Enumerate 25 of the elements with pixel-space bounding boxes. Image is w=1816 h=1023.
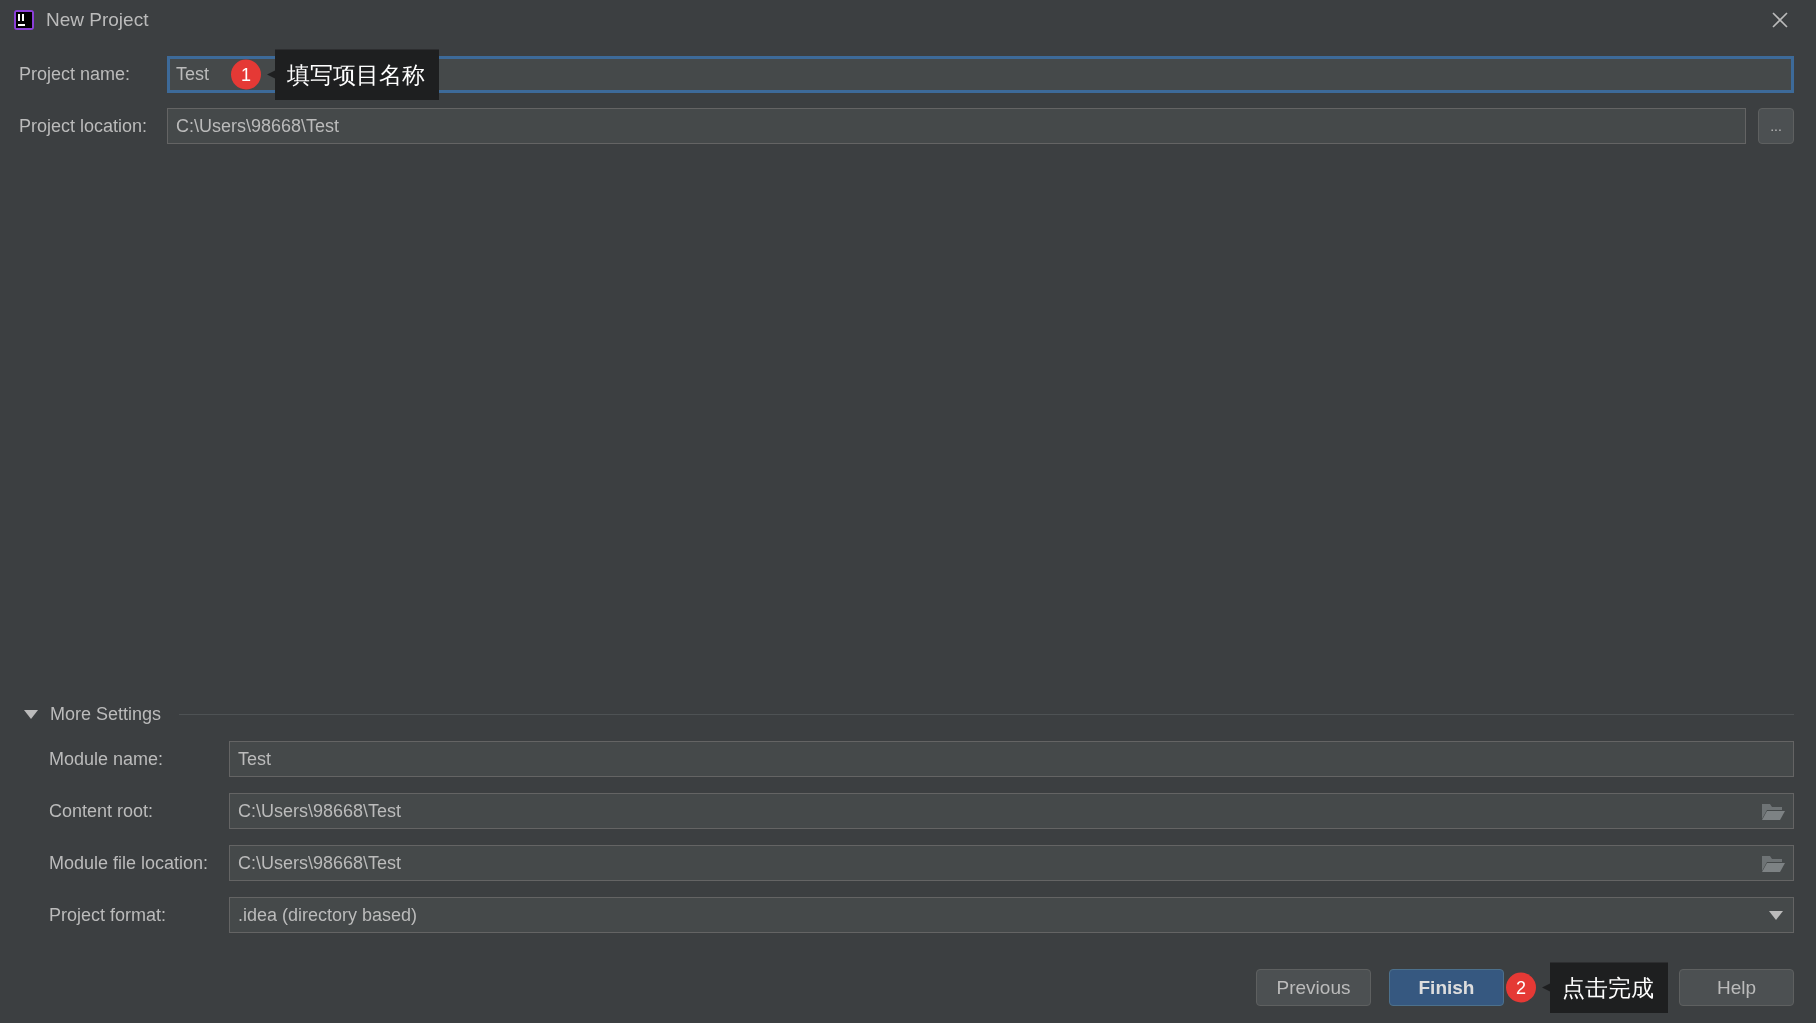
input-field[interactable]: C:\Users\98668\Test [167,108,1746,144]
dialog-button[interactable]: Help [1679,969,1794,1006]
number-badge: 2 [1506,972,1536,1003]
close-icon[interactable] [1770,10,1790,30]
dropdown[interactable]: .idea (directory based) [229,897,1794,933]
dialog-button[interactable]: Finish [1389,969,1504,1006]
input-field[interactable]: Test [229,741,1794,777]
number-badge: 1 [231,59,261,90]
window-title: New Project [46,9,150,31]
field-label: Module name: [49,748,165,770]
dialog-button[interactable]: Previous [1256,969,1371,1006]
browse-button[interactable]: ... [1758,108,1794,144]
field-label: Content root: [49,800,155,822]
field-label: Project format: [49,904,168,926]
field-label: Module file location: [49,852,210,874]
caret-icon [1769,910,1783,920]
input-field[interactable]: C:\Users\98668\Test [229,845,1794,881]
app-logo-icon [12,8,36,32]
field-label: Project name: [19,64,132,85]
field-label: Project location: [19,115,149,137]
section-toggle[interactable]: More Settings [50,704,162,725]
expand-triangle-icon[interactable] [24,709,38,720]
callout-tooltip: 填写项目名称 [267,49,439,100]
callout-tooltip: 点击完成 [1542,962,1668,1013]
input-field[interactable]: C:\Users\98668\Test [229,793,1794,829]
